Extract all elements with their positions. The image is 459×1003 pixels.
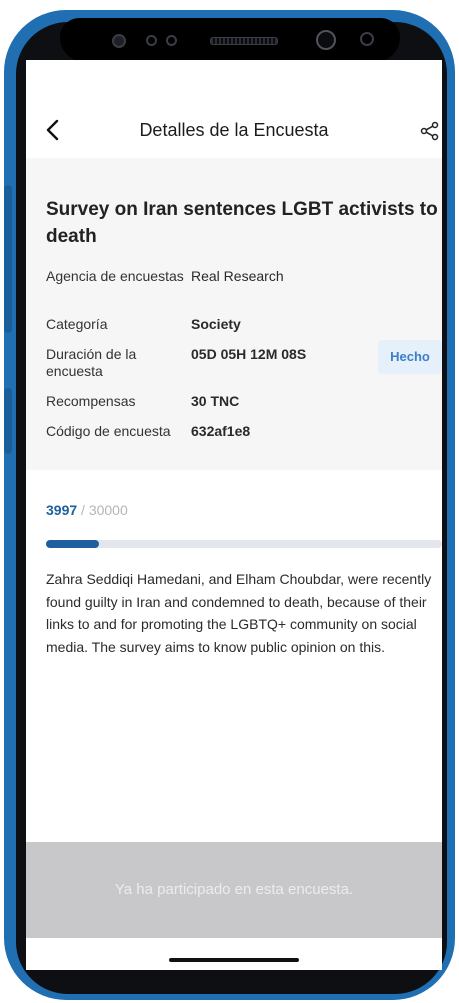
detail-value: Society <box>191 316 241 332</box>
speaker-grille <box>210 37 278 45</box>
total-count: 30000 <box>88 502 128 518</box>
camera-notch <box>60 18 400 62</box>
detail-value: 05D 05H 12M 08S <box>191 346 307 362</box>
count-separator: / <box>77 502 89 518</box>
top-bar: Detalles de la Encuesta <box>26 60 442 158</box>
power-button <box>4 388 12 454</box>
app-screen: Detalles de la Encuesta Survey on Iran s… <box>26 60 442 970</box>
detail-value: 632af1e8 <box>191 423 251 439</box>
page-title: Detalles de la Encuesta <box>139 120 329 140</box>
participation-count: 3997 / 30000 <box>46 502 128 518</box>
sensor-icon <box>112 34 126 48</box>
sensor-icon <box>166 35 177 46</box>
detail-label: Duración de la encuesta <box>46 346 137 379</box>
sensor-icon <box>360 32 374 46</box>
survey-description: Zahra Seddiqi Hamedani, and Elham Choubd… <box>46 571 432 655</box>
detail-label: Recompensas <box>46 393 136 409</box>
share-button[interactable] <box>420 121 440 141</box>
front-camera-icon <box>316 30 336 50</box>
status-badge: Hecho <box>378 340 442 374</box>
survey-details-card: Survey on Iran sentences LGBT activists … <box>26 158 442 470</box>
detail-label: Código de encuesta <box>46 423 171 439</box>
current-count: 3997 <box>46 502 78 518</box>
detail-value: 30 TNC <box>191 393 240 409</box>
progress-fill <box>46 540 99 548</box>
participation-footer: Ya ha participado en esta encuesta. <box>26 842 442 938</box>
detail-label: Categoría <box>46 316 108 332</box>
detail-label: Agencia de encuestas <box>46 268 184 284</box>
home-indicator[interactable] <box>169 958 299 962</box>
progress-bar <box>46 540 442 548</box>
survey-title: Survey on Iran sentences LGBT activists … <box>46 199 438 247</box>
sensor-icon <box>146 35 157 46</box>
detail-value: Real Research <box>191 268 284 284</box>
volume-button <box>4 185 12 333</box>
share-icon <box>420 121 439 141</box>
participated-button[interactable]: Ya ha participado en esta encuesta. <box>26 842 442 938</box>
